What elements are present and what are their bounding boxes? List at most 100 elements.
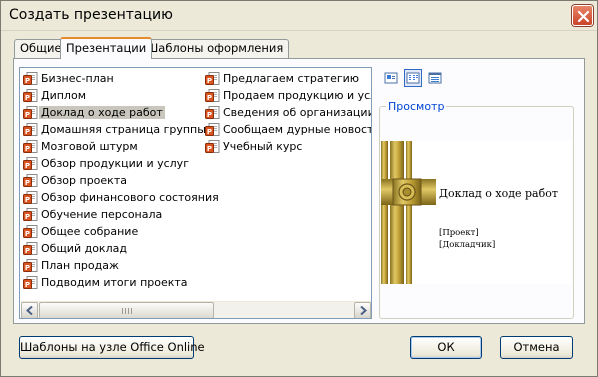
powerpoint-file-icon: P xyxy=(205,89,220,103)
scroll-right-button[interactable] xyxy=(354,302,371,318)
list-view-button[interactable] xyxy=(404,69,422,87)
list-item[interactable]: P Мозговой штурм xyxy=(23,139,138,155)
list-item-label: Сообщаем дурные новости xyxy=(223,123,372,136)
list-item[interactable]: P Общий доклад xyxy=(23,241,127,257)
scroll-left-button[interactable] xyxy=(21,302,38,318)
svg-text:P: P xyxy=(25,247,30,255)
svg-text:P: P xyxy=(25,128,30,136)
powerpoint-file-icon: P xyxy=(23,72,38,86)
office-online-templates-button[interactable]: Шаблоны на узле Office Online xyxy=(19,336,205,359)
large-icons-view-button[interactable] xyxy=(382,69,400,87)
svg-text:P: P xyxy=(25,264,30,272)
list-item-label: Диплом xyxy=(41,89,86,102)
ok-button[interactable]: ОК xyxy=(410,336,482,359)
list-item[interactable]: P Диплом xyxy=(23,88,86,104)
list-item[interactable]: P План продаж xyxy=(23,258,119,274)
tab-design-templates[interactable]: Шаблоны оформления xyxy=(140,39,290,58)
close-icon xyxy=(577,10,590,23)
list-item[interactable]: P Обзор финансового состояния xyxy=(23,190,219,206)
powerpoint-file-icon: P xyxy=(23,225,38,239)
powerpoint-file-icon: P xyxy=(205,72,220,86)
cancel-button[interactable]: Отмена xyxy=(500,336,573,359)
title-bar[interactable]: Создать презентацию xyxy=(1,1,597,31)
list-item[interactable]: P Подводим итоги проекта xyxy=(23,275,188,291)
template-list[interactable]: P Бизнес-план P Диплом P Доклад о ходе рабо… xyxy=(19,67,372,319)
svg-text:P: P xyxy=(25,94,30,102)
close-button[interactable] xyxy=(572,5,593,26)
arrow-right-icon xyxy=(360,306,367,315)
create-presentation-dialog: Создать презентацию Общие Презентации Ша… xyxy=(0,0,598,377)
preview-label: Просмотр xyxy=(386,100,447,113)
list-item-label: Продаем продукцию и услуги xyxy=(223,89,371,102)
list-item[interactable]: P Домашняя страница группы xyxy=(23,122,206,138)
list-item[interactable]: P Продаем продукцию и услуги xyxy=(205,88,371,104)
powerpoint-file-icon: P xyxy=(23,157,38,171)
svg-text:P: P xyxy=(207,111,212,119)
horizontal-scrollbar[interactable] xyxy=(21,301,371,318)
list-item-label: Бизнес-план xyxy=(41,72,114,85)
scroll-thumb[interactable] xyxy=(39,302,214,318)
powerpoint-file-icon: P xyxy=(205,106,220,120)
list-item-label: Предлагаем стратегию xyxy=(223,72,360,85)
list-item-label: Обзор проекта xyxy=(41,174,127,187)
list-item-selected[interactable]: P Доклад о ходе работ xyxy=(23,105,165,121)
svg-text:P: P xyxy=(25,77,30,85)
preview-slide-project: [Проект] xyxy=(439,228,479,238)
list-item[interactable]: P Обучение персонала xyxy=(23,207,162,223)
list-item-label: Общий доклад xyxy=(41,242,127,255)
list-view-icon xyxy=(406,72,420,84)
list-item[interactable]: P Сообщаем дурные новости xyxy=(205,122,372,138)
powerpoint-file-icon: P xyxy=(23,259,38,273)
preview-slide-title: Доклад о ходе работ xyxy=(439,187,558,200)
details-view-button[interactable] xyxy=(426,69,444,87)
powerpoint-file-icon: P xyxy=(23,174,38,188)
list-item-label: Обзор продукции и услуг xyxy=(41,157,189,170)
list-item[interactable]: P Учебный курс xyxy=(205,139,302,155)
svg-text:P: P xyxy=(207,128,212,136)
dialog-title: Создать презентацию xyxy=(9,7,173,23)
list-item[interactable]: P Обзор продукции и услуг xyxy=(23,156,189,172)
list-item-label: Обучение персонала xyxy=(41,208,163,221)
preview-slide-thumbnail xyxy=(381,141,571,284)
preview-slide-speaker: [Докладчик] xyxy=(439,240,496,250)
powerpoint-file-icon: P xyxy=(23,89,38,103)
list-item-label: Доклад о ходе работ xyxy=(39,106,165,119)
powerpoint-file-icon: P xyxy=(23,208,38,222)
slide-decoration-image xyxy=(381,141,436,284)
list-item-label: Мозговой штурм xyxy=(41,140,138,153)
powerpoint-file-icon: P xyxy=(23,106,38,120)
svg-text:P: P xyxy=(25,281,30,289)
powerpoint-file-icon: P xyxy=(23,242,38,256)
list-item-label: Сведения об организации xyxy=(223,106,372,119)
tab-presentations[interactable]: Презентации xyxy=(60,37,153,59)
list-item[interactable]: P Сведения об организации xyxy=(205,105,372,121)
list-item[interactable]: P Общее собрание xyxy=(23,224,138,240)
list-item-label: План продаж xyxy=(41,259,119,272)
svg-text:P: P xyxy=(25,230,30,238)
powerpoint-file-icon: P xyxy=(23,191,38,205)
list-item[interactable]: P Предлагаем стратегию xyxy=(205,71,359,87)
details-view-icon xyxy=(428,72,442,84)
list-item-label: Обзор финансового состояния xyxy=(41,191,219,204)
svg-text:P: P xyxy=(25,213,30,221)
list-item[interactable]: P Обзор проекта xyxy=(23,173,127,189)
svg-text:P: P xyxy=(25,196,30,204)
svg-text:P: P xyxy=(207,77,212,85)
powerpoint-file-icon: P xyxy=(205,140,220,154)
svg-text:P: P xyxy=(25,145,30,153)
arrow-left-icon xyxy=(26,306,33,315)
list-item-label: Учебный курс xyxy=(223,140,303,153)
svg-text:P: P xyxy=(25,162,30,170)
list-item[interactable]: P Бизнес-план xyxy=(23,71,114,87)
powerpoint-file-icon: P xyxy=(205,123,220,137)
powerpoint-file-icon: P xyxy=(23,276,38,290)
svg-text:P: P xyxy=(25,111,30,119)
svg-text:P: P xyxy=(207,145,212,153)
powerpoint-file-icon: P xyxy=(23,123,38,137)
list-item-label: Домашняя страница группы xyxy=(41,123,206,136)
svg-text:P: P xyxy=(25,179,30,187)
large-icons-icon xyxy=(384,72,398,84)
svg-text:P: P xyxy=(207,94,212,102)
list-item-label: Общее собрание xyxy=(41,225,139,238)
list-item-label: Подводим итоги проекта xyxy=(41,276,188,289)
